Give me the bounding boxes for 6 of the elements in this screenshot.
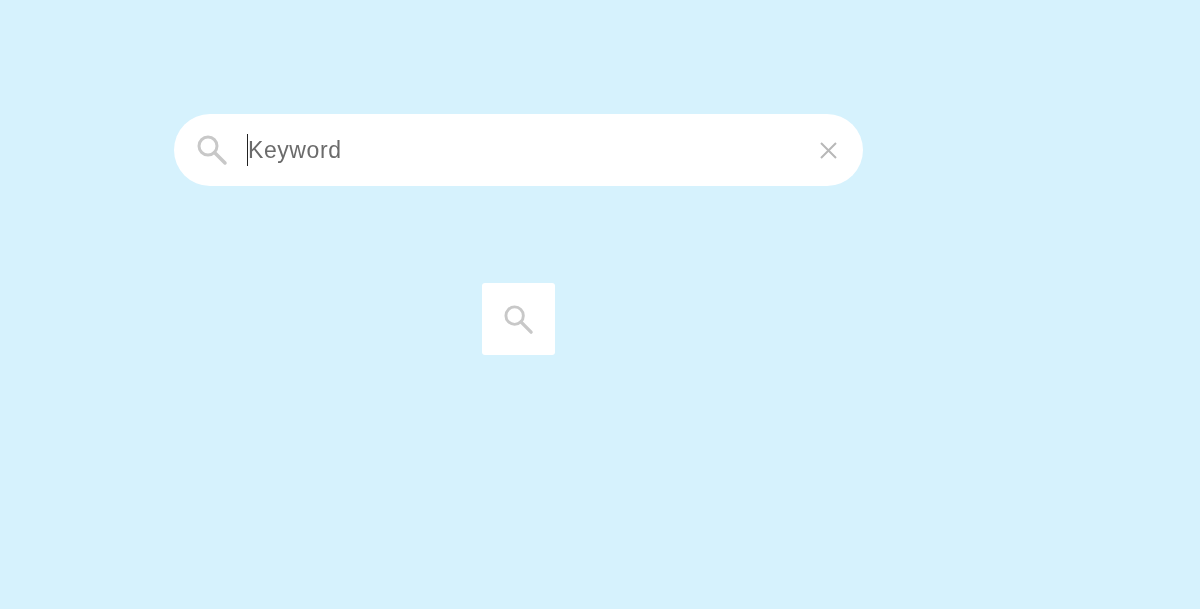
search-button[interactable] — [482, 283, 555, 355]
search-icon — [503, 303, 534, 335]
search-icon — [196, 134, 228, 166]
close-icon[interactable] — [820, 141, 837, 159]
search-field[interactable]: Keyword — [174, 114, 863, 186]
search-input[interactable]: Keyword — [248, 132, 820, 168]
